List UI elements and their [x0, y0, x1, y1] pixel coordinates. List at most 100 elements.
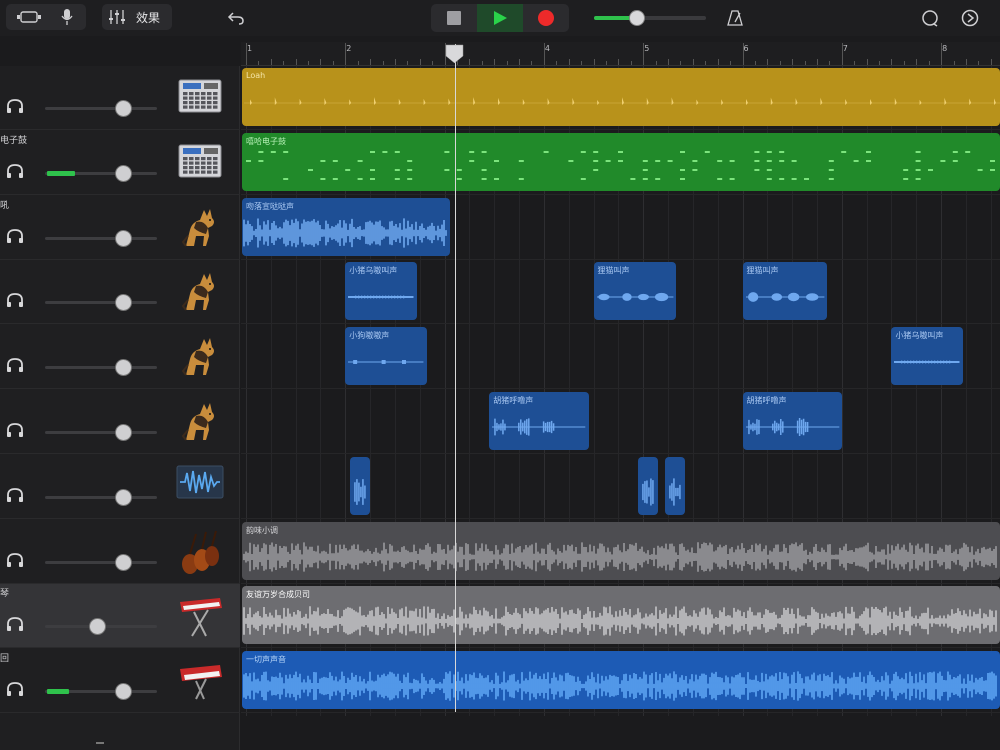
- settings-icon[interactable]: [958, 5, 982, 31]
- track-header[interactable]: [0, 390, 240, 454]
- track-volume-knob[interactable]: [114, 294, 132, 312]
- track-volume-knob[interactable]: [114, 229, 132, 247]
- playhead-handle[interactable]: [445, 44, 464, 64]
- track-header[interactable]: 琴: [0, 584, 240, 649]
- synth-icon[interactable]: [176, 659, 224, 705]
- ruler-tick: [804, 61, 806, 65]
- headphones-icon[interactable]: [6, 98, 24, 114]
- ruler-tick: [630, 61, 632, 65]
- dog-icon[interactable]: [176, 270, 224, 316]
- track-volume-slider[interactable]: [45, 424, 157, 441]
- region-label: 嘻哈电子鼓: [246, 136, 286, 146]
- transport-controls: [431, 4, 569, 32]
- track-volume-slider[interactable]: [45, 488, 157, 506]
- audio-region[interactable]: 友谊万岁合成贝司: [242, 586, 1000, 645]
- loop-icon[interactable]: [918, 5, 942, 31]
- track-volume-knob[interactable]: [114, 488, 132, 506]
- ruler-tick: [928, 61, 930, 65]
- view-toggle-icon[interactable]: [6, 4, 52, 30]
- headphones-icon[interactable]: [6, 163, 24, 179]
- track-name: 电子鼓: [0, 135, 28, 146]
- track-header[interactable]: [0, 325, 240, 390]
- region-label: 友谊万岁合成贝司: [246, 590, 310, 600]
- track-volume-knob[interactable]: [114, 100, 132, 117]
- waveform-icon[interactable]: [176, 465, 224, 511]
- ruler-tick: [680, 61, 682, 65]
- track-volume-knob[interactable]: [89, 618, 107, 636]
- track-volume-knob[interactable]: [114, 424, 132, 441]
- dog-icon[interactable]: [176, 206, 224, 252]
- track-volume-slider[interactable]: [45, 164, 157, 182]
- audio-region[interactable]: [638, 456, 659, 515]
- audio-region[interactable]: 狸猫叫声: [742, 262, 827, 321]
- track-volume-slider[interactable]: [45, 553, 157, 571]
- ruler-tick: [916, 59, 918, 65]
- audio-region[interactable]: 韵味小调: [242, 521, 1000, 580]
- timeline-ruler[interactable]: 12345678: [241, 42, 1000, 66]
- audio-region[interactable]: 胡猪呼噜声: [742, 392, 842, 450]
- track-volume-knob[interactable]: [114, 683, 132, 701]
- metronome-icon[interactable]: [724, 5, 746, 31]
- track-volume-slider[interactable]: [45, 100, 157, 117]
- track-header[interactable]: 吼: [0, 196, 240, 260]
- ruler-tick: [792, 59, 794, 65]
- track-volume-knob[interactable]: [114, 359, 132, 377]
- track-volume-knob[interactable]: [114, 164, 132, 182]
- track-lane[interactable]: [241, 390, 1000, 454]
- play-button[interactable]: [477, 4, 523, 32]
- add-track-handle[interactable]: [96, 742, 104, 744]
- headphones-icon[interactable]: [6, 292, 24, 308]
- track-header[interactable]: [0, 260, 240, 325]
- audio-region[interactable]: 吻落宣哒哒声: [242, 197, 450, 256]
- ruler-tick: [332, 61, 334, 65]
- ruler-tick: [730, 61, 732, 65]
- audio-region[interactable]: 小狗嗷嗷声: [345, 327, 427, 386]
- track-volume-slider[interactable]: [45, 618, 157, 636]
- playhead[interactable]: [454, 44, 456, 712]
- headphones-icon[interactable]: [6, 422, 24, 438]
- ruler-tick: [779, 61, 781, 65]
- track-volume-slider[interactable]: [45, 294, 157, 312]
- tracks-area[interactable]: Loah 嘻哈电子鼓吻落宣哒哒声小猪乌嗷叫声 狸猫叫声 狸猫叫声小狗嗷嗷声 小猪乌嗷叫声…: [241, 66, 1000, 750]
- keyboard-icon[interactable]: [176, 594, 224, 640]
- track-header[interactable]: [0, 66, 240, 130]
- headphones-icon[interactable]: [6, 357, 24, 373]
- drum-machine-icon[interactable]: [176, 76, 224, 122]
- drum-machine-icon[interactable]: [176, 141, 224, 187]
- track-volume-knob[interactable]: [114, 553, 132, 571]
- track-header[interactable]: 电子鼓: [0, 131, 240, 195]
- dog-icon[interactable]: [176, 335, 224, 381]
- headphones-icon[interactable]: [6, 616, 24, 632]
- headphones-icon[interactable]: [6, 552, 24, 568]
- track-header[interactable]: 回: [0, 649, 240, 714]
- track-volume-slider[interactable]: [45, 359, 157, 377]
- audio-region[interactable]: 嘻哈电子鼓: [242, 132, 1000, 191]
- ruler-tick: [990, 59, 992, 65]
- undo-icon[interactable]: [224, 5, 248, 31]
- audio-region[interactable]: [350, 456, 371, 515]
- track-header[interactable]: [0, 455, 240, 519]
- audio-region[interactable]: 小猪乌嗷叫声: [891, 327, 963, 386]
- track-volume-slider[interactable]: [45, 229, 157, 247]
- track-volume-slider[interactable]: [45, 683, 157, 701]
- headphones-icon[interactable]: [6, 681, 24, 697]
- audio-region[interactable]: 小猪乌嗷叫声: [345, 262, 417, 321]
- audio-region[interactable]: Loah: [242, 68, 1000, 126]
- master-volume-slider[interactable]: [594, 10, 706, 26]
- audio-region[interactable]: 胡猪呼噜声: [489, 392, 589, 450]
- master-volume-knob[interactable]: [628, 10, 645, 26]
- mixer-group[interactable]: 效果: [102, 4, 172, 30]
- strings-icon[interactable]: [176, 530, 224, 576]
- audio-region[interactable]: [665, 456, 685, 515]
- headphones-icon[interactable]: [6, 487, 24, 503]
- track-header[interactable]: [0, 520, 240, 584]
- ruler-tick: [605, 61, 607, 65]
- ruler-tick: [407, 61, 409, 65]
- audio-region[interactable]: 一切声声音: [242, 651, 1000, 710]
- dog-icon[interactable]: [176, 400, 224, 446]
- stop-button[interactable]: [431, 4, 477, 32]
- audio-region[interactable]: 狸猫叫声: [593, 262, 676, 321]
- headphones-icon[interactable]: [6, 228, 24, 244]
- record-button[interactable]: [523, 4, 569, 32]
- microphone-icon[interactable]: [52, 4, 82, 30]
